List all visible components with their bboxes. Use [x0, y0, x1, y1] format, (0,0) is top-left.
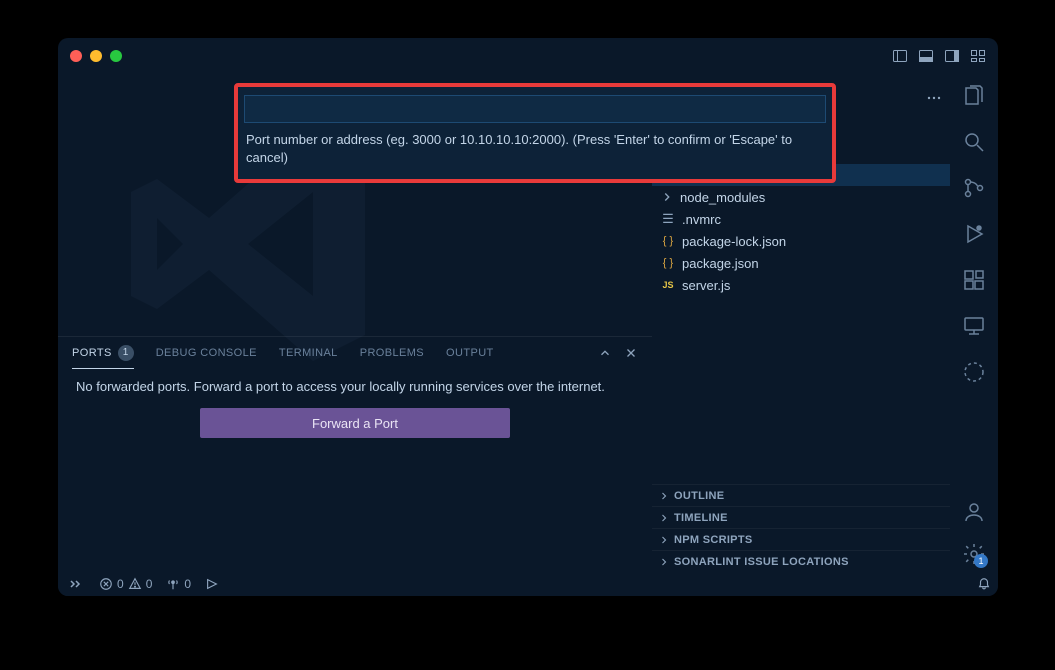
sidebar-sections: OUTLINE TIMELINE NPM SCRIPTS SONARLINT I… — [652, 484, 950, 572]
maximize-window-button[interactable] — [110, 50, 122, 62]
section-timeline[interactable]: TIMELINE — [652, 506, 950, 528]
panel-right-icon[interactable] — [944, 48, 960, 64]
json-icon: { } — [660, 257, 676, 269]
chevron-right-icon — [658, 556, 670, 568]
live-share-status[interactable] — [198, 572, 226, 596]
error-count: 0 — [117, 577, 124, 591]
panel-actions — [598, 346, 638, 360]
tab-label: PROBLEMS — [360, 347, 424, 359]
ports-status[interactable]: 0 — [159, 572, 198, 596]
ports-count-badge: 1 — [118, 345, 134, 361]
json-icon: { } — [660, 235, 676, 247]
status-bar: 0 0 0 — [58, 572, 998, 596]
section-label: TIMELINE — [674, 512, 728, 524]
tab-debug-console[interactable]: DEBUG CONSOLE — [156, 337, 257, 369]
radio-tower-icon — [166, 577, 180, 591]
close-window-button[interactable] — [70, 50, 82, 62]
settings-badge: 1 — [974, 554, 988, 568]
search-icon[interactable] — [962, 130, 986, 154]
chevron-right-icon — [658, 534, 670, 546]
section-sonarlint[interactable]: SONARLINT ISSUE LOCATIONS — [652, 550, 950, 572]
file-package[interactable]: { } package.json — [652, 252, 950, 274]
warning-count: 0 — [146, 577, 153, 591]
ports-count: 0 — [184, 577, 191, 591]
error-icon — [99, 577, 113, 591]
file-server-js[interactable]: JS server.js — [652, 274, 950, 296]
chevron-right-icon — [660, 190, 674, 204]
port-input[interactable] — [244, 95, 826, 123]
source-control-icon[interactable] — [962, 176, 986, 200]
remote-button[interactable] — [58, 572, 92, 596]
command-palette: Port number or address (eg. 3000 or 10.1… — [234, 83, 836, 183]
run-debug-icon[interactable] — [962, 222, 986, 246]
panel-content: No forwarded ports. Forward a port to ac… — [58, 369, 652, 448]
accounts-icon[interactable] — [962, 500, 986, 524]
input-hint: Port number or address (eg. 3000 or 10.1… — [244, 127, 826, 171]
tab-terminal[interactable]: TERMINAL — [279, 337, 338, 369]
bell-icon — [977, 577, 991, 591]
titlebar — [58, 38, 998, 74]
tab-label: OUTPUT — [446, 347, 494, 359]
chevron-right-icon — [658, 512, 670, 524]
file-lines-icon: ☰ — [660, 211, 676, 227]
tab-label: TERMINAL — [279, 347, 338, 359]
window-controls — [70, 50, 122, 62]
panel-bottom-icon[interactable] — [918, 48, 934, 64]
bottom-panel: PORTS 1 DEBUG CONSOLE TERMINAL PROBLEMS … — [58, 336, 652, 572]
section-label: OUTLINE — [674, 490, 724, 502]
section-label: NPM SCRIPTS — [674, 534, 752, 546]
testing-icon[interactable] — [962, 360, 986, 384]
minimize-window-button[interactable] — [90, 50, 102, 62]
folder-node-modules[interactable]: node_modules — [652, 186, 950, 208]
customize-layout-icon[interactable] — [970, 48, 986, 64]
panel-left-icon[interactable] — [892, 48, 908, 64]
chevron-up-icon[interactable] — [598, 346, 612, 360]
notifications-button[interactable] — [970, 572, 998, 596]
tab-problems[interactable]: PROBLEMS — [360, 337, 424, 369]
problems-status[interactable]: 0 0 — [92, 572, 159, 596]
item-label: package.json — [682, 256, 759, 271]
tab-output[interactable]: OUTPUT — [446, 337, 494, 369]
forward-port-button[interactable]: Forward a Port — [200, 408, 510, 438]
item-label: .nvmrc — [682, 212, 721, 227]
remote-explorer-icon[interactable] — [962, 314, 986, 338]
tab-label: PORTS — [72, 347, 112, 359]
extensions-icon[interactable] — [962, 268, 986, 292]
section-npm-scripts[interactable]: NPM SCRIPTS — [652, 528, 950, 550]
close-icon[interactable] — [624, 346, 638, 360]
js-icon: JS — [660, 280, 676, 290]
file-nvmrc[interactable]: ☰ .nvmrc — [652, 208, 950, 230]
layout-controls — [892, 48, 986, 64]
panel-tab-bar: PORTS 1 DEBUG CONSOLE TERMINAL PROBLEMS … — [58, 337, 652, 369]
section-outline[interactable]: OUTLINE — [652, 484, 950, 506]
tab-ports[interactable]: PORTS 1 — [72, 337, 134, 369]
settings-icon[interactable]: 1 — [962, 542, 986, 566]
section-label: SONARLINT ISSUE LOCATIONS — [674, 556, 849, 568]
tab-label: DEBUG CONSOLE — [156, 347, 257, 359]
file-package-lock[interactable]: { } package-lock.json — [652, 230, 950, 252]
chevron-right-icon — [658, 490, 670, 502]
item-label: node_modules — [680, 190, 765, 205]
broadcast-icon — [205, 577, 219, 591]
explorer-icon[interactable] — [962, 84, 986, 108]
activity-bar: 1 — [950, 74, 998, 572]
vscode-window: .vscode node_modules ☰ .nvmrc { } packag… — [58, 38, 998, 596]
warning-icon — [128, 577, 142, 591]
item-label: server.js — [682, 278, 730, 293]
ports-empty-message: No forwarded ports. Forward a port to ac… — [76, 379, 634, 394]
item-label: package-lock.json — [682, 234, 786, 249]
